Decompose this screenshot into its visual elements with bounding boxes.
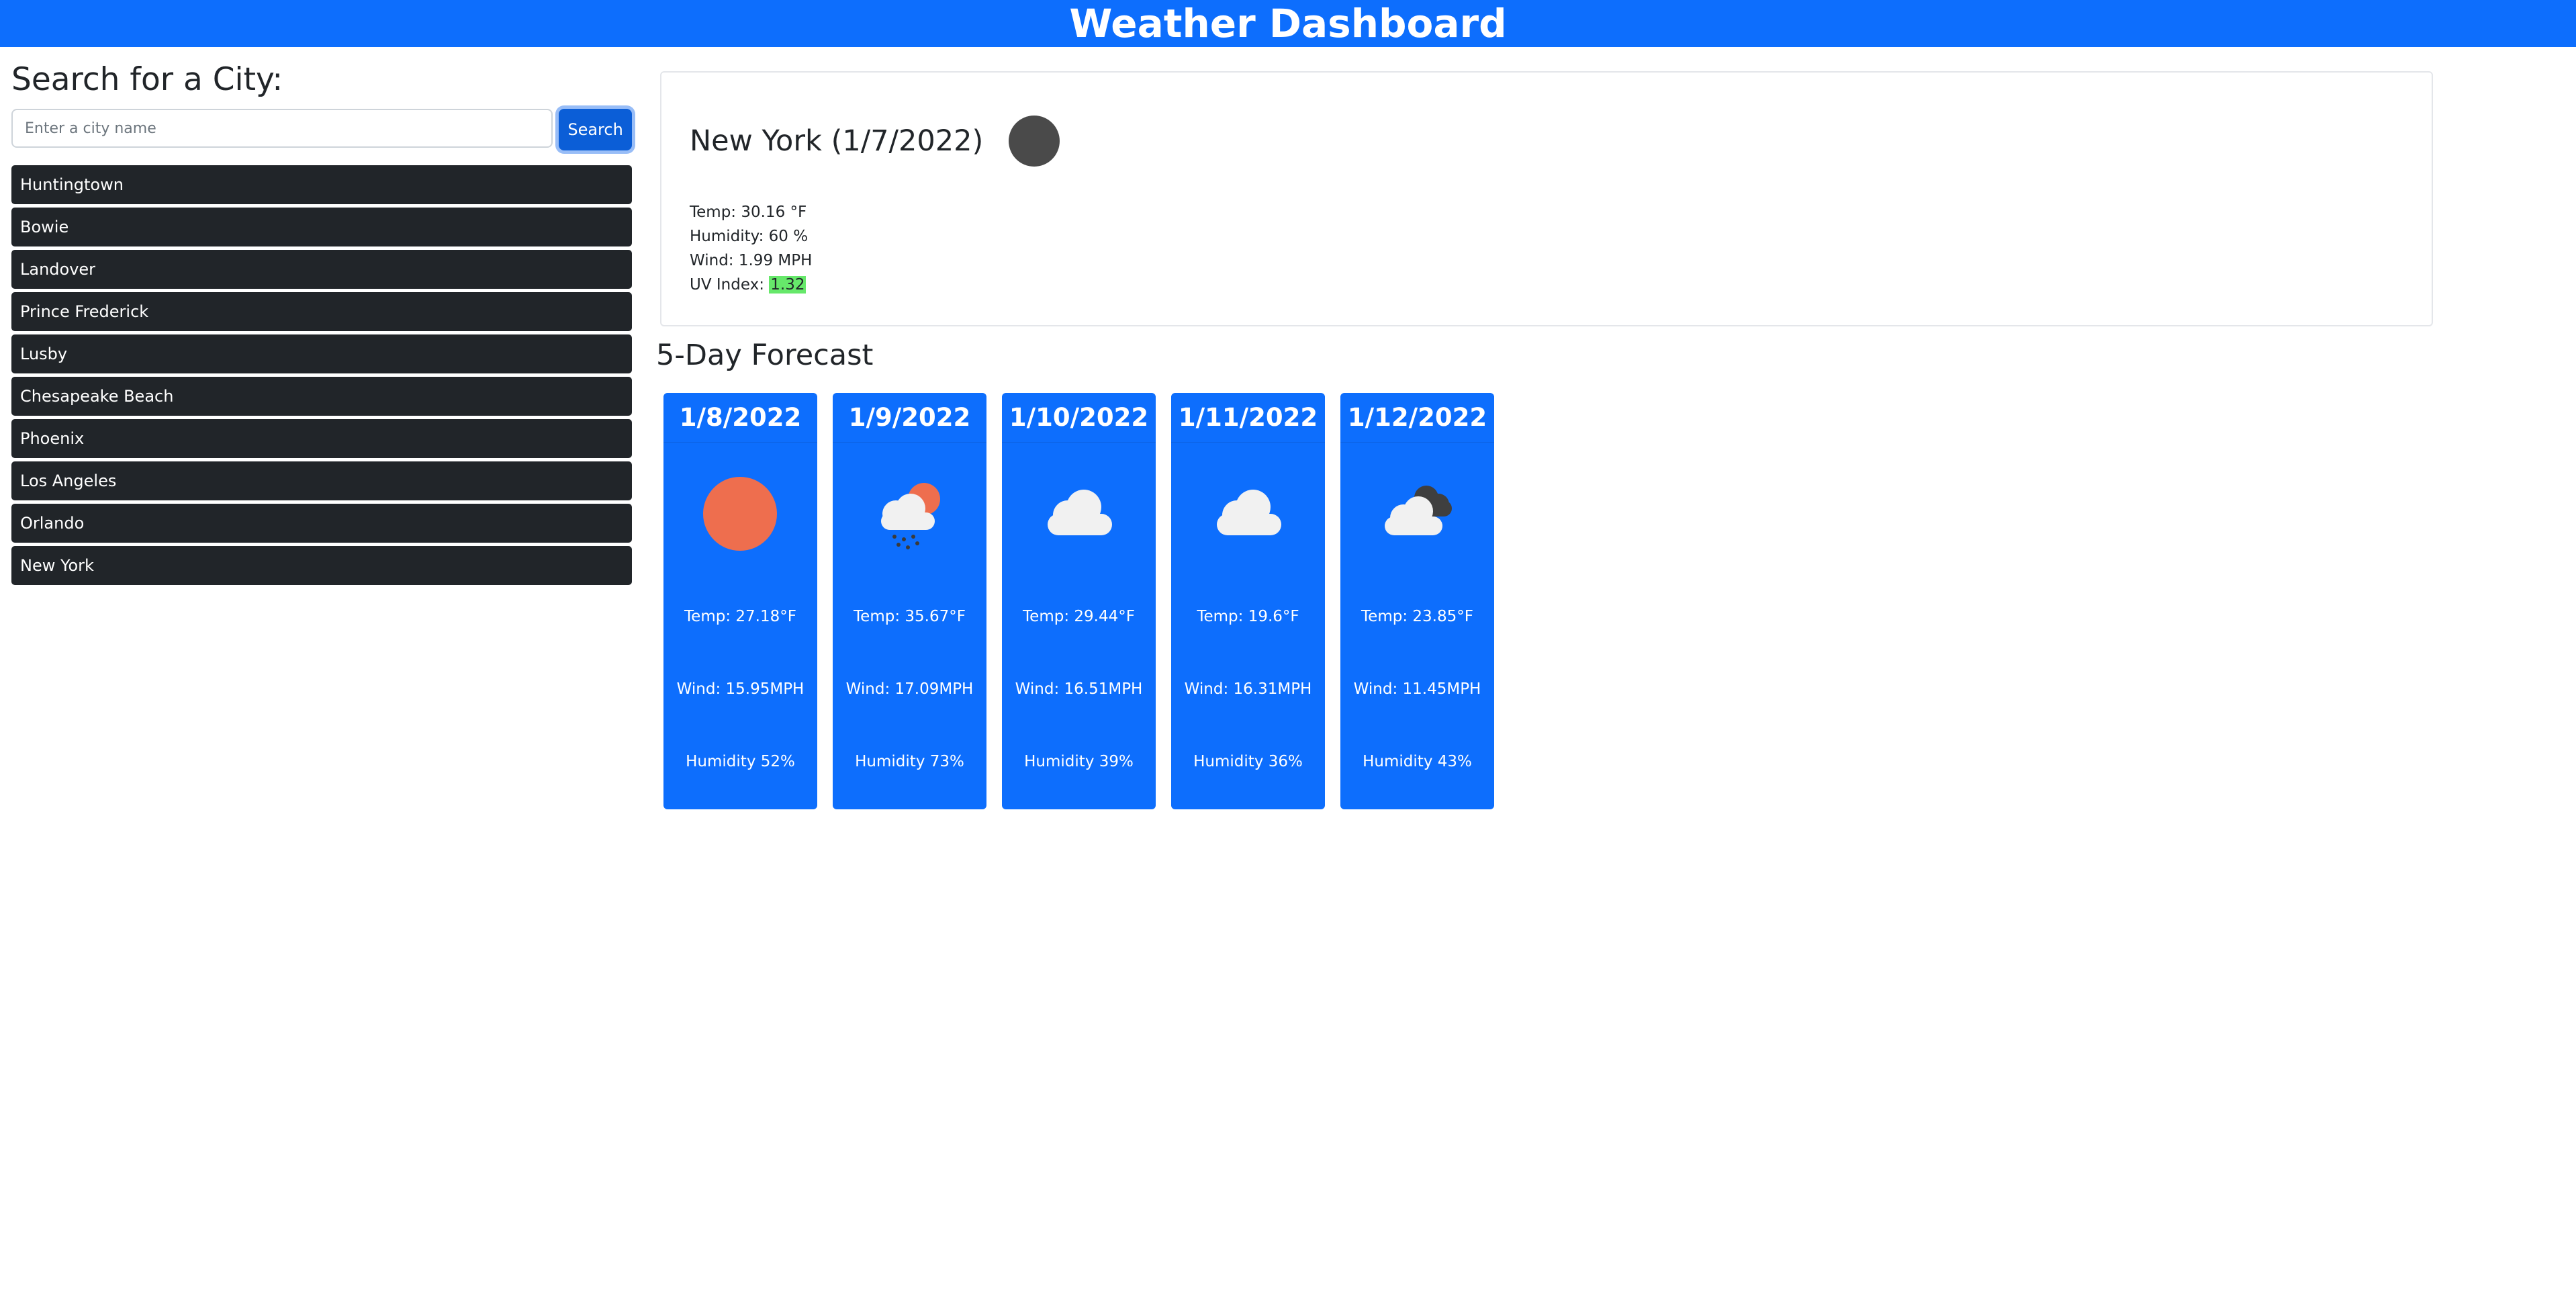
history-city-button[interactable]: Orlando xyxy=(11,504,632,543)
search-panel: Search for a City: Search Huntingtown Bo… xyxy=(11,56,632,588)
history-city-button[interactable]: Chesapeake Beach xyxy=(11,377,632,416)
forecast-temp: Temp: 23.85°F xyxy=(1361,608,1473,625)
forecast-humidity: Humidity 36% xyxy=(1193,753,1303,770)
forecast-temp: Temp: 29.44°F xyxy=(1023,608,1135,625)
header-bar: Weather Dashboard xyxy=(0,0,2576,47)
uv-badge: 1.32 xyxy=(769,276,807,294)
search-row: Search xyxy=(11,109,632,150)
sun-icon xyxy=(703,477,777,551)
search-input[interactable] xyxy=(11,109,553,148)
forecast-temp: Temp: 35.67°F xyxy=(854,608,966,625)
current-temp: Temp: 30.16 °F xyxy=(690,204,807,221)
dark-circle-icon xyxy=(1009,116,1060,167)
forecast-card: 1/9/2022 Temp: 35.67°F Wind: 17.09MPH Hu… xyxy=(833,393,986,809)
forecast-date: 1/9/2022 xyxy=(833,393,986,443)
current-humidity: Humidity: 60 % xyxy=(690,228,809,245)
history-city-button[interactable]: Prince Frederick xyxy=(11,292,632,331)
broken-clouds-icon xyxy=(1385,486,1452,535)
rain-sun-cloud-icon xyxy=(881,483,940,549)
history-city-button[interactable]: New York xyxy=(11,546,632,585)
cloud-icon xyxy=(1048,490,1112,535)
forecast-humidity: Humidity 52% xyxy=(686,753,795,770)
current-city-title: New York (1/7/2022) xyxy=(690,124,984,158)
search-history-list: Huntingtown Bowie Landover Prince Freder… xyxy=(11,165,632,585)
forecast-humidity: Humidity 43% xyxy=(1363,753,1472,770)
cloud-icon xyxy=(1217,490,1281,535)
forecast-row: 1/8/2022 Temp: 27.18°F Wind: 15.95MPH Hu… xyxy=(663,393,1510,809)
search-button[interactable]: Search xyxy=(559,109,632,150)
uv-label: UV Index: xyxy=(690,276,770,294)
current-weather-card: New York (1/7/2022) Temp: 30.16 °F Humid… xyxy=(660,71,2433,326)
history-city-button[interactable]: Bowie xyxy=(11,208,632,246)
forecast-card: 1/12/2022 Temp: 23.85°F Wind: 11.45MPH H… xyxy=(1340,393,1494,809)
forecast-wind: Wind: 16.31MPH xyxy=(1184,680,1312,698)
history-city-button[interactable]: Los Angeles xyxy=(11,461,632,500)
history-city-button[interactable]: Landover xyxy=(11,250,632,289)
forecast-card: 1/8/2022 Temp: 27.18°F Wind: 15.95MPH Hu… xyxy=(663,393,817,809)
forecast-temp: Temp: 27.18°F xyxy=(684,608,796,625)
search-heading: Search for a City: xyxy=(11,61,283,98)
current-uv-row: UV Index: 1.32 xyxy=(690,273,812,297)
forecast-date: 1/10/2022 xyxy=(1002,393,1156,443)
history-city-button[interactable]: Phoenix xyxy=(11,419,632,458)
history-city-button[interactable]: Lusby xyxy=(11,334,632,373)
current-wind: Wind: 1.99 MPH xyxy=(690,252,813,269)
forecast-date: 1/11/2022 xyxy=(1171,393,1325,443)
current-stats: Temp: 30.16 °F Humidity: 60 % Wind: 1.99… xyxy=(690,200,812,297)
forecast-wind: Wind: 15.95MPH xyxy=(676,680,804,698)
forecast-temp: Temp: 19.6°F xyxy=(1197,608,1299,625)
history-city-button[interactable]: Huntingtown xyxy=(11,165,632,204)
forecast-card: 1/10/2022 Temp: 29.44°F Wind: 16.51MPH H… xyxy=(1002,393,1156,809)
forecast-card: 1/11/2022 Temp: 19.6°F Wind: 16.31MPH Hu… xyxy=(1171,393,1325,809)
forecast-wind: Wind: 16.51MPH xyxy=(1015,680,1143,698)
forecast-wind: Wind: 11.45MPH xyxy=(1353,680,1481,698)
page-title: Weather Dashboard xyxy=(1069,1,1507,46)
forecast-date: 1/8/2022 xyxy=(663,393,817,443)
forecast-wind: Wind: 17.09MPH xyxy=(845,680,974,698)
forecast-heading: 5-Day Forecast xyxy=(656,339,874,372)
forecast-humidity: Humidity 73% xyxy=(855,753,964,770)
forecast-humidity: Humidity 39% xyxy=(1024,753,1134,770)
forecast-date: 1/12/2022 xyxy=(1340,393,1494,443)
current-title-row: New York (1/7/2022) xyxy=(690,116,1060,167)
